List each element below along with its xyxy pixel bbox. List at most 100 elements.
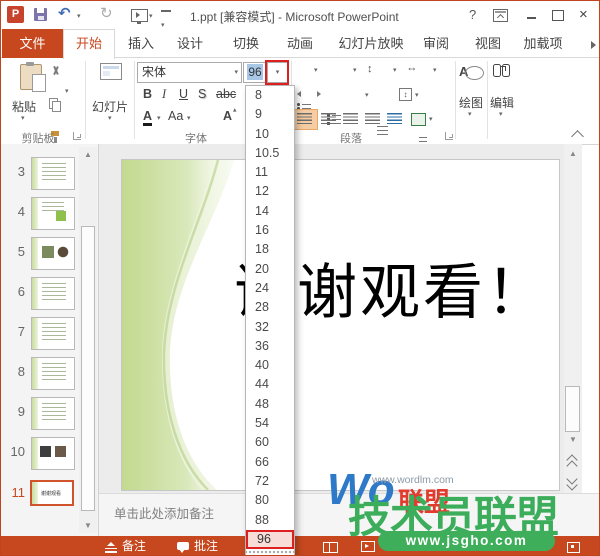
start-slideshow-icon[interactable] bbox=[131, 9, 148, 24]
collapse-ribbon-icon[interactable] bbox=[571, 130, 584, 143]
slide-thumb-preview[interactable] bbox=[31, 357, 75, 390]
font-size-option[interactable]: 40 bbox=[246, 356, 294, 375]
text-direction-icon[interactable]: ↕ bbox=[406, 66, 418, 72]
grow-font-button[interactable]: A bbox=[223, 109, 232, 123]
slide-thumb-preview[interactable] bbox=[31, 397, 75, 430]
slide-thumbnail-3[interactable]: 3 bbox=[1, 157, 79, 193]
slide-canvas[interactable]: 谢谢观看！ bbox=[121, 159, 560, 491]
main-scrollbar-thumb[interactable] bbox=[565, 386, 580, 432]
align-right-icon[interactable] bbox=[343, 113, 358, 124]
tab-transitions[interactable]: 切换 bbox=[223, 29, 269, 58]
slide-thumbnail-11[interactable]: 11 谢谢观看 bbox=[1, 478, 79, 514]
next-slide-icon[interactable] bbox=[566, 473, 578, 491]
font-name-combo[interactable]: 宋体 ▾ bbox=[137, 62, 242, 83]
font-size-option[interactable]: 10 bbox=[246, 125, 294, 144]
font-size-option[interactable]: 32 bbox=[246, 318, 294, 337]
panel-scroll-up-icon[interactable]: ▲ bbox=[79, 147, 97, 162]
comments-toggle-button[interactable]: 批注 bbox=[177, 536, 218, 555]
reading-view-icon[interactable] bbox=[323, 542, 338, 553]
close-button[interactable]: × bbox=[579, 6, 588, 23]
main-scroll-down-icon[interactable]: ▼ bbox=[564, 432, 582, 447]
slide-thumbnail-8[interactable]: 8 bbox=[1, 357, 79, 393]
align-text-icon[interactable]: ↕ bbox=[399, 88, 412, 101]
font-size-option[interactable]: 72 bbox=[246, 472, 294, 491]
minimize-button[interactable] bbox=[527, 17, 536, 19]
slide-thumb-preview[interactable] bbox=[31, 437, 75, 470]
previous-slide-icon[interactable] bbox=[566, 454, 578, 472]
paragraph-dialog-launcher[interactable] bbox=[445, 132, 453, 140]
italic-button[interactable]: I bbox=[162, 87, 166, 102]
distribute-icon[interactable] bbox=[387, 113, 402, 124]
smartart-convert-icon[interactable] bbox=[411, 113, 426, 126]
font-size-option[interactable]: 54 bbox=[246, 414, 294, 433]
ribbon-display-options-icon[interactable] bbox=[493, 9, 508, 22]
font-size-option[interactable]: 66 bbox=[246, 453, 294, 472]
tab-addins[interactable]: 加载项 bbox=[515, 29, 571, 58]
bullets-dropdown-arrow[interactable]: ▾ bbox=[314, 67, 318, 74]
font-size-dropdown-list[interactable]: 8 9 10 10.5 11 12 14 16 18 20 24 28 32 36 40 44 48 54 60 66… bbox=[245, 85, 295, 555]
drawing-button[interactable]: A 绘图 ▾ bbox=[457, 61, 485, 131]
slide-thumb-preview[interactable] bbox=[31, 157, 75, 190]
editing-dropdown-arrow[interactable]: ▾ bbox=[499, 111, 503, 118]
line-spacing-icon[interactable]: ↕ bbox=[367, 63, 373, 75]
numbering-dropdown-arrow[interactable]: ▾ bbox=[353, 67, 357, 74]
tab-insert[interactable]: 插入 bbox=[118, 29, 164, 58]
panel-scrollbar-thumb[interactable] bbox=[81, 226, 95, 511]
slide-thumb-preview[interactable]: 谢谢观看 bbox=[30, 480, 74, 506]
editing-button[interactable]: 编辑 ▾ bbox=[490, 61, 520, 131]
font-name-dropdown-arrow[interactable]: ▾ bbox=[234, 69, 238, 76]
tab-review[interactable]: 审阅 bbox=[415, 29, 457, 58]
font-size-option[interactable]: 96 bbox=[246, 529, 294, 550]
slide-thumbnail-6[interactable]: 6 bbox=[1, 277, 79, 313]
panel-scroll-down-icon[interactable]: ▼ bbox=[79, 518, 97, 533]
font-size-option[interactable]: 48 bbox=[246, 395, 294, 414]
slide-thumbnail-5[interactable]: 5 bbox=[1, 237, 79, 273]
font-size-option[interactable]: 16 bbox=[246, 221, 294, 240]
underline-button[interactable]: U bbox=[179, 87, 188, 101]
align-text-dropdown-arrow[interactable]: ▾ bbox=[415, 92, 419, 99]
change-case-button[interactable]: Aa bbox=[168, 109, 183, 123]
dropdown-resize-grip[interactable] bbox=[246, 549, 294, 555]
font-size-option[interactable]: 36 bbox=[246, 337, 294, 356]
smartart-dropdown-arrow[interactable]: ▾ bbox=[429, 116, 433, 123]
redo-icon[interactable]: ↻ bbox=[100, 4, 113, 22]
decrease-indent-icon[interactable] bbox=[297, 91, 301, 97]
align-center-icon[interactable] bbox=[321, 113, 336, 124]
help-button[interactable]: ? bbox=[469, 7, 476, 22]
tab-design[interactable]: 设计 bbox=[167, 29, 213, 58]
font-size-option[interactable]: 80 bbox=[246, 491, 294, 510]
change-case-dropdown-arrow[interactable]: ▾ bbox=[187, 115, 191, 122]
font-size-option[interactable]: 18 bbox=[246, 240, 294, 259]
slide-thumb-preview[interactable] bbox=[31, 237, 75, 270]
text-shadow-button[interactable]: S bbox=[198, 87, 206, 101]
slide-thumbnail-10[interactable]: 10 bbox=[1, 437, 79, 473]
tab-animations[interactable]: 动画 bbox=[277, 29, 323, 58]
drawing-dropdown-arrow[interactable]: ▾ bbox=[468, 111, 472, 118]
slide-thumb-preview[interactable] bbox=[31, 197, 75, 230]
columns-dropdown-arrow[interactable]: ▾ bbox=[365, 92, 369, 99]
font-color-button[interactable]: A bbox=[143, 109, 153, 126]
new-slide-button[interactable]: 幻灯片 ▾ bbox=[89, 61, 133, 131]
font-size-option[interactable]: 20 bbox=[246, 260, 294, 279]
strikethrough-button[interactable]: abc bbox=[216, 87, 236, 101]
line-spacing-dropdown-arrow[interactable]: ▾ bbox=[393, 67, 397, 74]
font-color-dropdown-arrow[interactable]: ▾ bbox=[157, 115, 161, 122]
notes-placeholder[interactable]: 单击此处添加备注 bbox=[114, 503, 214, 522]
text-direction-dropdown-arrow[interactable]: ▾ bbox=[433, 67, 437, 74]
font-size-option[interactable]: 8 bbox=[246, 86, 294, 105]
increase-indent-icon[interactable] bbox=[317, 91, 321, 97]
tab-scroll-arrow[interactable] bbox=[591, 41, 596, 49]
tab-home[interactable]: 开始 bbox=[63, 29, 115, 59]
new-slide-dropdown-arrow[interactable]: ▾ bbox=[108, 115, 112, 122]
font-size-option[interactable]: 14 bbox=[246, 202, 294, 221]
tab-view[interactable]: 视图 bbox=[467, 29, 509, 58]
font-size-input[interactable]: 96 bbox=[243, 62, 267, 83]
slide-thumbnail-4[interactable]: 4 bbox=[1, 197, 79, 233]
main-scroll-up-icon[interactable]: ▲ bbox=[564, 146, 582, 161]
font-size-option[interactable]: 88 bbox=[246, 511, 294, 530]
align-left-icon[interactable] bbox=[297, 113, 312, 124]
maximize-button[interactable] bbox=[552, 10, 564, 21]
font-size-option[interactable]: 12 bbox=[246, 182, 294, 201]
font-size-option[interactable]: 44 bbox=[246, 375, 294, 394]
tab-slideshow[interactable]: 幻灯片放映 bbox=[331, 29, 411, 58]
